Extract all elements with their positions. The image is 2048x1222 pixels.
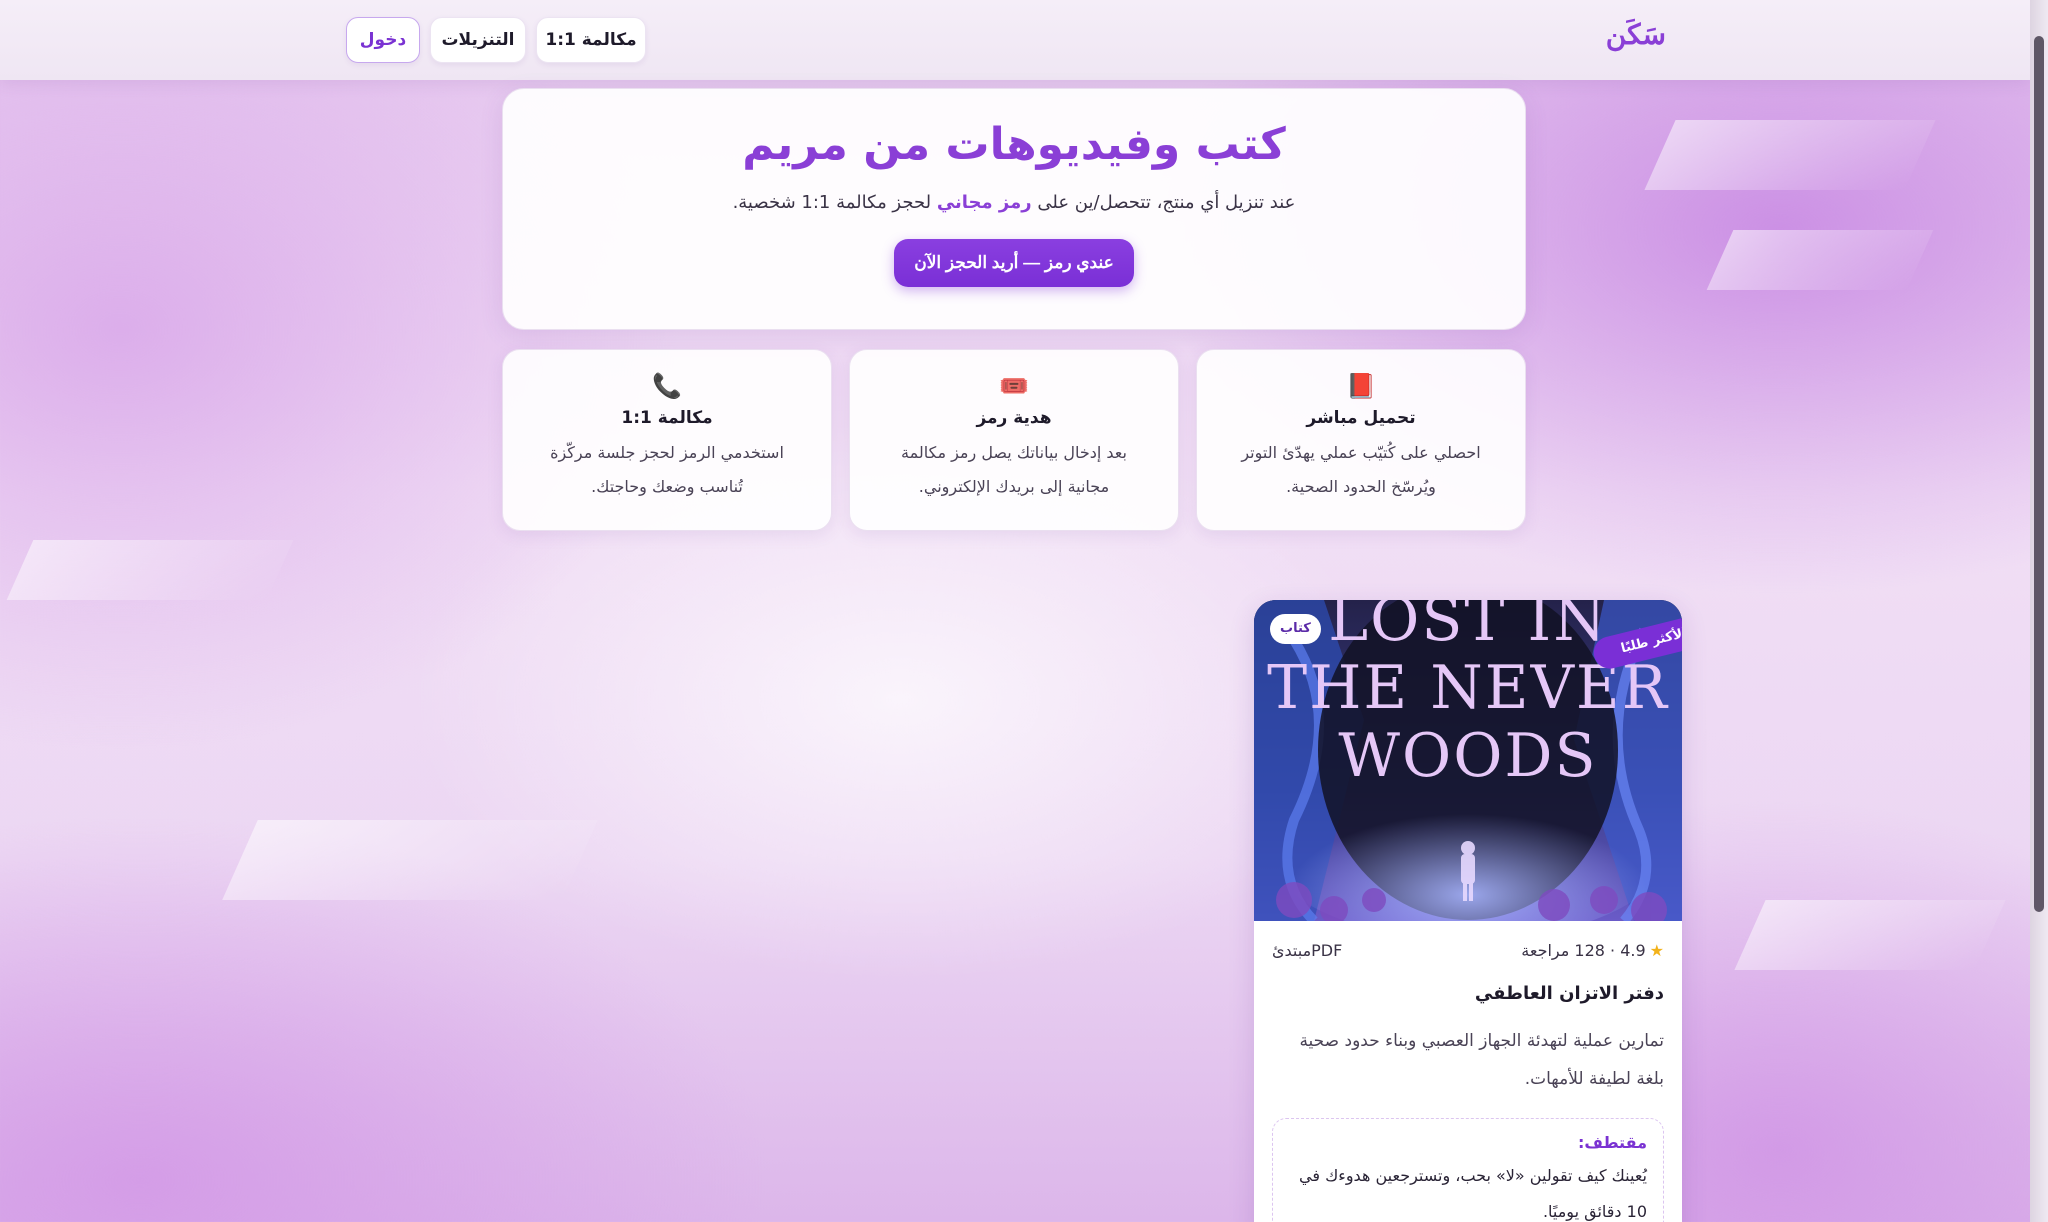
rating-value: 4.9 bbox=[1620, 941, 1646, 960]
product-rating: ★4.9 · 128 مراجعة bbox=[1521, 941, 1664, 960]
product-type-badge: كتاب bbox=[1270, 614, 1321, 644]
nav-downloads-button[interactable]: التنزيلات bbox=[430, 17, 526, 63]
ticket-icon: 🎟️ bbox=[999, 372, 1029, 400]
product-excerpt: مقتطف: يُعينك كيف تقولين «لا» بحب، وتستر… bbox=[1272, 1118, 1664, 1222]
background-decoration bbox=[1706, 230, 1934, 290]
product-card[interactable]: LOST IN THE NEVER WOODS كتاب الأكثر طلبً… bbox=[1254, 600, 1682, 1222]
login-button[interactable]: دخول bbox=[346, 17, 420, 63]
background-decoration bbox=[1644, 120, 1936, 190]
book-now-button[interactable]: عندي رمز — أريد الحجز الآن bbox=[894, 239, 1134, 287]
product-title[interactable]: دفتر الاتزان العاطفي bbox=[1254, 983, 1682, 1004]
background-decoration bbox=[1734, 900, 2006, 970]
hero-subtitle-text: عند تنزيل أي منتج، تتحصل/ين على bbox=[1031, 192, 1296, 213]
feature-description: احصلي على كُتيّب عملي يهدّئ التوتر ويُرس… bbox=[1241, 443, 1481, 496]
feature-title: هدية رمز bbox=[976, 408, 1052, 428]
book-icon: 📕 bbox=[1346, 372, 1376, 400]
page-scrollbar[interactable] bbox=[2030, 0, 2048, 1222]
hero-subtitle: عند تنزيل أي منتج، تتحصل/ين على رمز مجان… bbox=[503, 192, 1525, 213]
hero-card: كتب وفيديوهات من مريم عند تنزيل أي منتج،… bbox=[502, 88, 1526, 330]
excerpt-label: مقتطف: bbox=[1578, 1133, 1647, 1152]
feature-card-gift-code: 🎟️ هدية رمز بعد إدخال بياناتك يصل رمز مك… bbox=[849, 349, 1179, 531]
phone-icon: 📞 bbox=[652, 372, 682, 400]
feature-title: تحميل مباشر bbox=[1306, 408, 1416, 428]
cover-title-line: WOODS bbox=[1338, 721, 1598, 791]
feature-description: بعد إدخال بياناتك يصل رمز مكالمة مجانية … bbox=[901, 443, 1127, 496]
brand-logo[interactable]: سَكَن bbox=[1606, 18, 1666, 51]
background-decoration bbox=[6, 540, 294, 600]
hero-title: كتب وفيديوهات من مريم bbox=[742, 119, 1286, 170]
review-count: · 128 مراجعة bbox=[1521, 941, 1616, 960]
scrollbar-thumb[interactable] bbox=[2034, 36, 2044, 912]
feature-title: مكالمة 1:1 bbox=[621, 408, 713, 428]
product-meta: ★4.9 · 128 مراجعة PDFمبتدئ bbox=[1254, 921, 1682, 983]
book-cover-image[interactable]: LOST IN THE NEVER WOODS كتاب الأكثر طلبً… bbox=[1254, 600, 1682, 921]
product-format: PDFمبتدئ bbox=[1272, 941, 1343, 960]
feature-card-call: 📞 مكالمة 1:1 استخدمي الرمز لحجز جلسة مرك… bbox=[502, 349, 832, 531]
product-description: تمارين عملية لتهدئة الجهاز العصبي وبناء … bbox=[1299, 1031, 1664, 1089]
background-decoration bbox=[222, 820, 598, 900]
feature-description: استخدمي الرمز لحجز جلسة مركّزة تُناسب وض… bbox=[550, 443, 784, 496]
nav-call-button[interactable]: مكالمة 1:1 bbox=[536, 17, 646, 63]
excerpt-text: يُعينك كيف تقولين «لا» بحب، وتسترجعين هد… bbox=[1299, 1166, 1647, 1221]
feature-card-download: 📕 تحميل مباشر احصلي على كُتيّب عملي يهدّ… bbox=[1196, 349, 1526, 531]
star-icon: ★ bbox=[1649, 941, 1664, 960]
top-navigation-bar: سَكَن مكالمة 1:1 التنزيلات دخول bbox=[0, 0, 2030, 80]
free-code-highlight: رمز مجاني bbox=[936, 192, 1032, 213]
hero-subtitle-text-end: لحجز مكالمة 1:1 شخصية. bbox=[732, 192, 937, 213]
